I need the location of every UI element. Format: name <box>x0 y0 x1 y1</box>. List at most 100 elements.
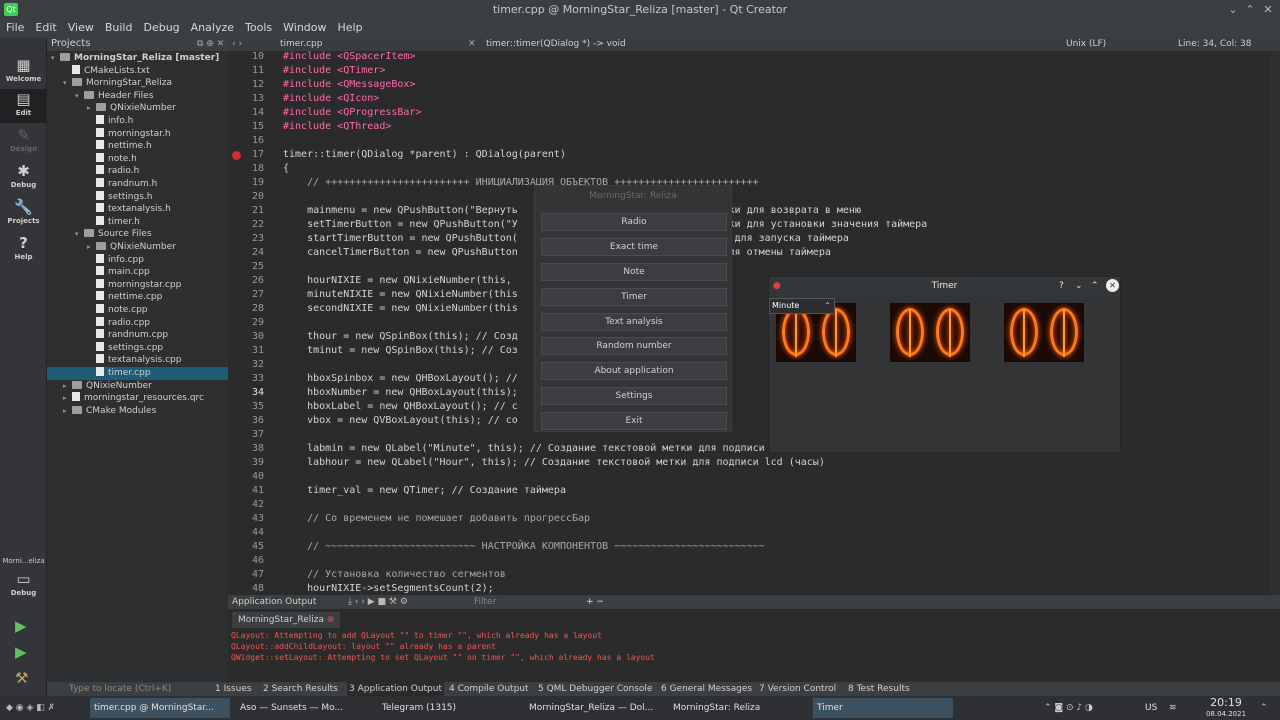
launcher-icons[interactable]: ◆ ◉ ◈ ◧ ✗ <box>2 698 87 718</box>
task-telegram[interactable]: Telegram (1315) <box>378 698 523 718</box>
about-application-button[interactable]: About application <box>541 362 727 380</box>
tab-version-control[interactable]: 7 Version Control <box>759 682 836 696</box>
close-icon[interactable]: ✕ <box>1106 279 1119 292</box>
tree-file-item[interactable]: timer.h <box>47 215 228 229</box>
kit-selector[interactable]: ▭ Debug <box>0 569 47 603</box>
tree-file-item[interactable]: nettime.cpp <box>47 291 228 304</box>
breakpoint-icon[interactable] <box>232 151 241 160</box>
tree-folder-item[interactable]: ▾ MorningStar_Reliza [master] <box>47 52 228 65</box>
mode-design[interactable]: ✎ Design <box>0 125 47 159</box>
nav-back-icon[interactable]: ‹ › <box>232 37 242 51</box>
note-button[interactable]: Note <box>541 263 727 281</box>
tab-qml-console[interactable]: 5 QML Debugger Console <box>538 682 652 696</box>
tree-file-item[interactable]: settings.cpp <box>47 341 228 355</box>
panel-toolbar-icons[interactable]: ⧉ ⊕ ✕ <box>197 37 224 51</box>
tab-compile-output[interactable]: 4 Compile Output <box>449 682 529 696</box>
tree-file-item[interactable]: timer.cpp <box>47 367 228 380</box>
maximize-icon[interactable]: ⌃ <box>1242 0 1258 19</box>
tree-file-item[interactable]: morningstar.h <box>47 127 228 141</box>
tree-file-item[interactable]: textanalysis.h <box>47 203 228 216</box>
radio-button[interactable]: Radio <box>541 213 727 231</box>
mode-debug[interactable]: ✱ Debug <box>0 161 47 195</box>
tab-search-results[interactable]: 2 Search Results <box>263 682 338 696</box>
tree-file-item[interactable]: ▸ morningstar_resources.qrc <box>47 392 228 405</box>
tab-general-messages[interactable]: 6 General Messages <box>661 682 752 696</box>
tree-file-item[interactable]: morningstar.cpp <box>47 278 228 292</box>
chevron-right-icon[interactable]: ▸ <box>63 380 72 393</box>
chevron-down-icon[interactable]: ▾ <box>63 77 72 90</box>
tree-folder-item[interactable]: ▸ CMake Modules <box>47 405 228 418</box>
tree-folder-item[interactable]: ▾ MorningStar_Reliza <box>47 77 228 90</box>
tree-folder-item[interactable]: ▸ QNixieNumber <box>47 241 228 254</box>
output-controls[interactable]: ⤓ ‹ › ▶ ■ ⚒ ⚙ <box>348 595 408 609</box>
tree-file-item[interactable]: settings.h <box>47 190 228 204</box>
task-music[interactable]: Aso — Sunsets — Mo... <box>236 698 358 718</box>
locator-input[interactable]: Type to locate (Ctrl+K) <box>69 682 171 696</box>
file-selector[interactable]: timer.cpp <box>280 37 322 51</box>
menu-file[interactable]: File <box>0 19 29 37</box>
chevron-right-icon[interactable]: ▸ <box>87 241 96 254</box>
settings-button[interactable]: Settings <box>541 387 727 405</box>
tree-file-item[interactable]: nettime.h <box>47 140 228 153</box>
symbol-selector[interactable]: timer::timer(QDialog *) -> void <box>486 37 626 51</box>
debug-run-icon[interactable]: ▶ <box>15 643 27 661</box>
tree-folder-item[interactable]: ▸ QNixieNumber <box>47 102 228 115</box>
maximize-icon[interactable]: ⌃ <box>1091 277 1099 296</box>
scrollbar[interactable] <box>1270 51 1280 595</box>
tree-file-item[interactable]: radio.cpp <box>47 316 228 330</box>
menu-help[interactable]: Help <box>332 19 368 37</box>
chevron-down-icon[interactable]: ▾ <box>75 228 84 241</box>
tab-application-output[interactable]: 3 Application Output <box>347 682 444 696</box>
task-timer[interactable]: Timer <box>813 698 953 718</box>
menu-debug[interactable]: Debug <box>137 19 184 37</box>
close-doc-icon[interactable]: ✕ <box>468 37 476 51</box>
menu-view[interactable]: View <box>62 19 99 37</box>
text-analysis-button[interactable]: Text analysis <box>541 313 727 331</box>
keyboard-layout[interactable]: US <box>1141 698 1163 718</box>
mode-edit[interactable]: ▤ Edit <box>0 89 47 123</box>
chevron-down-icon[interactable]: ▾ <box>51 52 60 65</box>
help-icon[interactable]: ? <box>1059 277 1064 296</box>
menu-edit[interactable]: Edit <box>29 19 61 37</box>
build-hammer-icon[interactable]: ⚒ <box>15 669 28 687</box>
menu-build[interactable]: Build <box>99 19 138 37</box>
task-qtcreator[interactable]: timer.cpp @ MorningStar... <box>90 698 230 718</box>
tree-file-item[interactable]: textanalysis.cpp <box>47 354 228 367</box>
tree-file-item[interactable]: randnum.h <box>47 178 228 191</box>
code-editor[interactable]: ‹ › timer.cpp ✕ timer::timer(QDialog *) … <box>228 37 1280 595</box>
tree-file-item[interactable]: radio.h <box>47 165 228 178</box>
chevron-right-icon[interactable]: ▸ <box>63 405 72 418</box>
menu-window[interactable]: Window <box>277 19 331 37</box>
mode-help[interactable]: ? Help <box>0 233 47 267</box>
line-ending-selector[interactable]: Unix (LF) <box>1066 37 1106 51</box>
minimize-icon[interactable]: ⌄ <box>1075 277 1083 296</box>
mode-projects[interactable]: 🔧 Projects <box>0 197 47 231</box>
menu-analyze[interactable]: Analyze <box>185 19 239 37</box>
tree-file-item[interactable]: info.cpp <box>47 253 228 267</box>
minute-combobox[interactable]: Minute ⌃ <box>769 298 835 314</box>
wifi-icon[interactable]: ≋ <box>1165 698 1190 718</box>
close-icon[interactable]: ✕ <box>1260 0 1276 19</box>
exact-time-button[interactable]: Exact time <box>541 238 727 256</box>
tree-file-item[interactable]: info.h <box>47 115 228 128</box>
close-tab-icon[interactable]: ⊗ <box>327 615 335 625</box>
tab-test-results[interactable]: 8 Test Results <box>848 682 910 696</box>
output-tab[interactable]: MorningStar_Reliza ⊗ <box>232 612 341 628</box>
chevron-right-icon[interactable]: ▸ <box>87 102 96 115</box>
exit-button[interactable]: Exit <box>541 412 727 430</box>
tree-file-item[interactable]: note.h <box>47 152 228 166</box>
timer-button[interactable]: Timer <box>541 288 727 306</box>
run-icon[interactable]: ▶ <box>15 617 27 635</box>
mode-welcome[interactable]: ▦ Welcome <box>0 55 47 89</box>
chevron-down-icon[interactable]: ▾ <box>75 90 84 103</box>
tab-issues[interactable]: 1 Issues <box>215 682 252 696</box>
menu-tools[interactable]: Tools <box>239 19 277 37</box>
clock-time[interactable]: 20:19 <box>1200 696 1252 709</box>
minimize-icon[interactable]: ⌄ <box>1225 0 1241 19</box>
task-dolphin[interactable]: MorningStar_Reliza — Dol... <box>525 698 665 718</box>
tree-folder-item[interactable]: ▾ Header Files <box>47 90 228 103</box>
tree-file-item[interactable]: main.cpp <box>47 266 228 279</box>
filter-input[interactable]: Filter <box>474 595 496 609</box>
tree-folder-item[interactable]: ▾ Source Files <box>47 228 228 241</box>
random-number-button[interactable]: Random number <box>541 337 727 355</box>
